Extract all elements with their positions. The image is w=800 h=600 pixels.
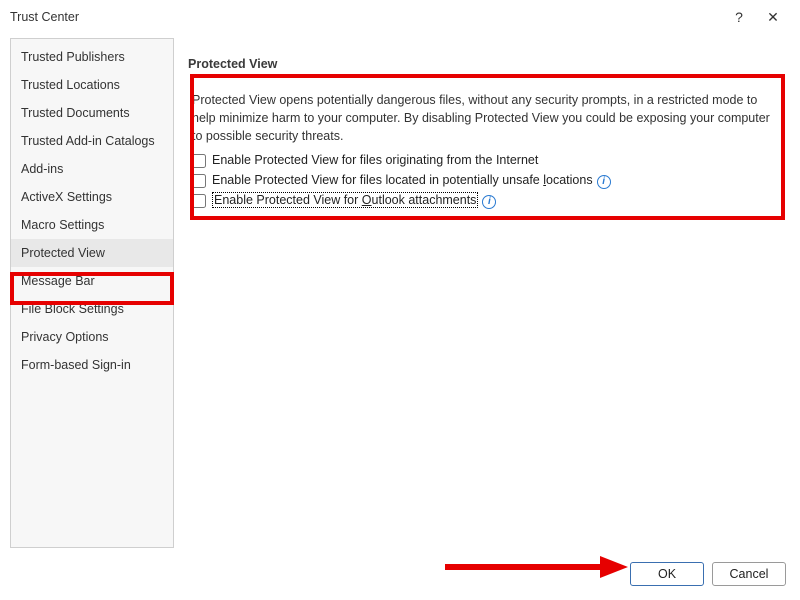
sidebar-item-message-bar[interactable]: Message Bar bbox=[11, 267, 173, 295]
info-icon[interactable]: i bbox=[597, 175, 611, 189]
button-label: Cancel bbox=[730, 567, 769, 581]
sidebar-item-addins[interactable]: Add-ins bbox=[11, 155, 173, 183]
sidebar: Trusted Publishers Trusted Locations Tru… bbox=[10, 38, 174, 548]
sidebar-item-label: Trusted Add-in Catalogs bbox=[21, 134, 155, 148]
sidebar-item-protected-view[interactable]: Protected View bbox=[11, 239, 173, 267]
sidebar-item-macro-settings[interactable]: Macro Settings bbox=[11, 211, 173, 239]
panel-description: Protected View opens potentially dangero… bbox=[192, 91, 776, 145]
sidebar-item-label: Message Bar bbox=[21, 274, 95, 288]
cancel-button[interactable]: Cancel bbox=[712, 562, 786, 586]
sidebar-item-form-based-signin[interactable]: Form-based Sign-in bbox=[11, 351, 173, 379]
page-title: Protected View bbox=[188, 38, 790, 71]
help-button[interactable]: ? bbox=[722, 3, 756, 31]
ok-button[interactable]: OK bbox=[630, 562, 704, 586]
sidebar-item-file-block-settings[interactable]: File Block Settings bbox=[11, 295, 173, 323]
sidebar-item-label: Add-ins bbox=[21, 162, 63, 176]
sidebar-item-trusted-locations[interactable]: Trusted Locations bbox=[11, 71, 173, 99]
checkbox-unsafe-locations[interactable] bbox=[192, 174, 206, 188]
sidebar-item-trusted-addin-catalogs[interactable]: Trusted Add-in Catalogs bbox=[11, 127, 173, 155]
protected-view-panel: Protected View opens potentially dangero… bbox=[188, 83, 790, 223]
close-icon: ✕ bbox=[767, 9, 779, 26]
info-icon[interactable]: i bbox=[482, 195, 496, 209]
sidebar-item-label: Trusted Publishers bbox=[21, 50, 125, 64]
close-button[interactable]: ✕ bbox=[756, 3, 790, 31]
sidebar-item-label: ActiveX Settings bbox=[21, 190, 112, 204]
sidebar-item-activex-settings[interactable]: ActiveX Settings bbox=[11, 183, 173, 211]
sidebar-item-label: Privacy Options bbox=[21, 330, 109, 344]
window-title: Trust Center bbox=[10, 10, 722, 24]
checkbox-row-internet[interactable]: Enable Protected View for files originat… bbox=[192, 153, 780, 168]
sidebar-item-label: Trusted Documents bbox=[21, 106, 130, 120]
sidebar-item-trusted-publishers[interactable]: Trusted Publishers bbox=[11, 43, 173, 71]
sidebar-item-label: Protected View bbox=[21, 246, 105, 260]
checkbox-row-unsafe-locations[interactable]: Enable Protected View for files located … bbox=[192, 173, 780, 188]
checkbox-label: Enable Protected View for files originat… bbox=[212, 153, 538, 167]
button-label: OK bbox=[658, 567, 676, 581]
checkbox-label: Enable Protected View for files located … bbox=[212, 173, 593, 187]
checkbox-internet[interactable] bbox=[192, 154, 206, 168]
sidebar-item-label: Macro Settings bbox=[21, 218, 104, 232]
sidebar-item-trusted-documents[interactable]: Trusted Documents bbox=[11, 99, 173, 127]
checkbox-outlook-attachments[interactable] bbox=[192, 194, 206, 208]
help-icon: ? bbox=[735, 9, 743, 25]
sidebar-item-privacy-options[interactable]: Privacy Options bbox=[11, 323, 173, 351]
checkbox-label: Enable Protected View for Outlook attach… bbox=[212, 193, 478, 207]
checkbox-row-outlook-attachments[interactable]: Enable Protected View for Outlook attach… bbox=[192, 193, 780, 208]
sidebar-item-label: Form-based Sign-in bbox=[21, 358, 131, 372]
sidebar-item-label: File Block Settings bbox=[21, 302, 124, 316]
sidebar-item-label: Trusted Locations bbox=[21, 78, 120, 92]
